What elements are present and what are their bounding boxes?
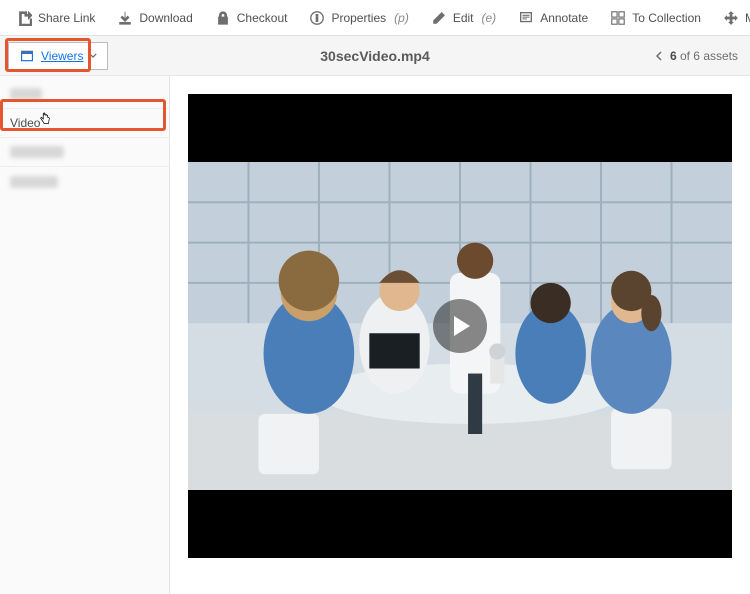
content-area: Video [0,76,750,594]
play-icon [454,316,470,336]
edit-label: Edit [453,11,474,25]
properties-button[interactable]: Properties (p) [299,6,418,30]
checkout-button[interactable]: Checkout [205,6,298,30]
viewers-icon [19,48,35,64]
annotate-button[interactable]: Annotate [508,6,598,30]
download-icon [117,10,133,26]
asset-count: 6 of 6 assets [656,49,738,63]
sidebar-item[interactable] [0,167,169,196]
move-button[interactable]: Move (m) [713,6,750,30]
count-current: 6 [670,49,677,63]
move-label: Move [745,11,750,25]
share-icon [16,10,32,26]
viewers-dropdown-wrap: Viewers [0,42,108,70]
sub-toolbar: Viewers 30secVideo.mp4 6 of 6 assets [0,36,750,76]
checkout-label: Checkout [237,11,288,25]
toolbar: Share Link Download Checkout Properties … [0,0,750,36]
sidebar-item[interactable] [0,138,169,167]
properties-label: Properties [331,11,386,25]
download-button[interactable]: Download [107,6,202,30]
video-frame[interactable] [188,162,732,490]
properties-shortcut: (p) [394,11,409,25]
video-viewer [188,94,732,558]
collection-icon [610,10,626,26]
cursor-hand-icon [38,112,52,126]
download-label: Download [139,11,192,25]
edit-button[interactable]: Edit (e) [421,6,506,30]
lock-icon [215,10,231,26]
move-icon [723,10,739,26]
to-collection-button[interactable]: To Collection [600,6,711,30]
pencil-icon [431,10,447,26]
sidebar-item-video[interactable]: Video [0,109,169,138]
sidebar: Video [0,76,170,594]
viewers-dropdown[interactable]: Viewers [8,42,108,70]
viewers-label: Viewers [41,49,83,63]
share-link-label: Share Link [38,11,95,25]
share-link-button[interactable]: Share Link [6,6,105,30]
edit-shortcut: (e) [482,11,497,25]
sidebar-item-label: Video [10,116,40,130]
play-button[interactable] [433,299,487,353]
chevron-left-icon[interactable] [656,51,662,61]
chevron-down-icon [89,53,97,58]
info-icon [309,10,325,26]
to-collection-label: To Collection [632,11,701,25]
annotate-icon [518,10,534,26]
sidebar-item[interactable] [0,80,169,109]
count-of: of 6 assets [680,49,738,63]
annotate-label: Annotate [540,11,588,25]
asset-title: 30secVideo.mp4 [320,48,429,64]
